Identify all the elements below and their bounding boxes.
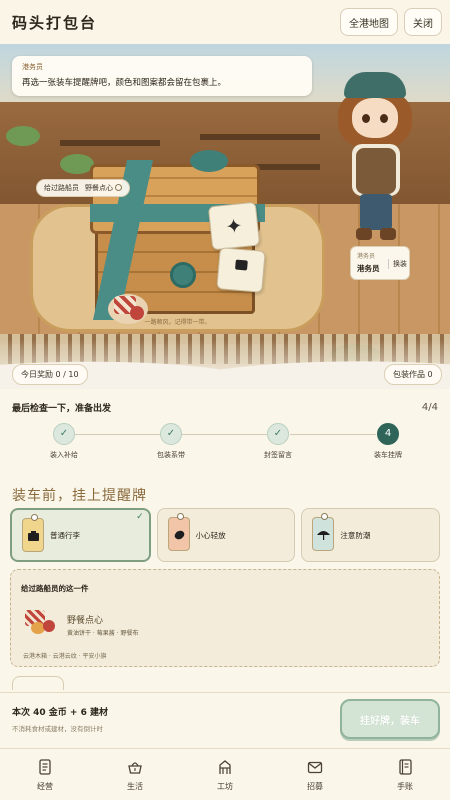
nav-item-workshop[interactable]: 工坊 (180, 749, 270, 800)
step-label: 装入补给 (50, 451, 78, 459)
nav-item-journal[interactable]: 手账 (360, 749, 450, 800)
sparkle-tag-card[interactable]: ✦ (207, 201, 261, 251)
speech-bubble: 港务员 再选一张装车提醒牌吧，颜色和图案都会留在包裹上。 (12, 56, 312, 96)
shelf (200, 134, 320, 140)
gift-summary-card: 给过路船员的这一件 野餐点心 黄油饼干 · 莓果酱 · 野餐布 云港木箱 · 云… (10, 569, 440, 667)
action-footer: 本次 40 金币 + 6 建材 不消耗食材或建材，没有倒计时 挂好牌，装车 (0, 692, 450, 748)
character-face (352, 98, 398, 138)
section-title: 装车前，挂上提醒牌 (12, 488, 147, 504)
step-wrapping[interactable]: ✓ 包装系带 (136, 423, 206, 460)
mail-icon (307, 761, 323, 773)
snack-icon (25, 610, 57, 638)
tag-and-load-button[interactable]: 挂好牌，装车 (340, 699, 440, 739)
gift-items: 黄油饼干 · 莓果酱 · 野餐布 (67, 630, 139, 637)
tag-option-moisture[interactable]: 注意防潮 (301, 508, 441, 562)
nav-label: 经营 (37, 781, 53, 791)
step-loading-tag[interactable]: 4 装车挂牌 (353, 423, 423, 460)
character-boot (380, 228, 396, 240)
egg-icon (174, 530, 184, 540)
ribbon-bow (190, 150, 228, 172)
luggage-tag-icon (312, 513, 335, 551)
luggage-tag-icon (22, 514, 44, 552)
close-button[interactable]: 关闭 (404, 8, 442, 36)
change-outfit-button[interactable]: 换装 (388, 259, 407, 269)
collapsed-panel-tab[interactable] (12, 676, 64, 690)
speech-text: 再选一张装车提醒牌吧，颜色和图案都会留在包裹上。 (22, 78, 227, 88)
sparkle-icon: ✦ (224, 213, 244, 239)
speaker-name: 港务员 (22, 63, 43, 71)
staff-card[interactable]: 港务员 港务员 换装 (350, 246, 410, 280)
nav-label: 招募 (307, 781, 323, 791)
daily-reward-chip[interactable]: 今日奖励 0 / 10 (12, 364, 88, 385)
snack-plate-icon (108, 294, 148, 324)
nav-item-life[interactable]: 生活 (90, 749, 180, 800)
packing-works-chip[interactable]: 包装作品 0 (384, 364, 442, 385)
workshop-icon (219, 759, 231, 774)
cost-summary: 本次 40 金币 + 6 建材 (12, 708, 108, 718)
step-label: 封签留言 (264, 451, 292, 459)
harbor-clerk-character[interactable] (330, 72, 420, 272)
character-boot (356, 228, 372, 240)
tag-option-regular[interactable]: 普通行李 ✓ (10, 508, 151, 562)
nav-label: 生活 (127, 781, 143, 791)
progress-title: 最后检查一下，准备出发 (12, 404, 112, 414)
character-legs (360, 194, 392, 230)
box-icon (235, 259, 248, 271)
progress-steps: ✓ 装入补给 ✓ 包装系带 ✓ 封签留言 4 装车挂牌 (0, 423, 450, 473)
notebook-icon (399, 758, 412, 775)
basket-icon (128, 761, 142, 774)
tag-option-label: 普通行李 (50, 530, 80, 540)
recipient-chip[interactable]: 给过路船员 野餐点心 (36, 179, 130, 197)
bottom-nav: 经营 生活 工坊 招募 手账 (0, 748, 450, 800)
gift-title: 给过路船员的这一件 (21, 584, 89, 593)
check-icon: ✓ (136, 512, 144, 522)
plant-decoration (6, 126, 40, 146)
shelf (60, 140, 160, 146)
character-hat (344, 72, 406, 98)
box-tag-card[interactable] (216, 247, 266, 293)
luggage-tag-icon (167, 513, 190, 551)
wax-seal-icon (170, 262, 196, 288)
nav-item-business[interactable]: 经营 (0, 749, 90, 800)
umbrella-icon (317, 531, 331, 540)
step-number: 4 (377, 423, 399, 445)
top-bar: 码头打包台 全港地图 关闭 (0, 0, 450, 44)
step-supplies[interactable]: ✓ 装入补给 (29, 423, 99, 460)
nav-item-recruit[interactable]: 招募 (270, 749, 360, 800)
tag-option-label: 小心轻放 (195, 530, 226, 540)
step-seal-message[interactable]: ✓ 封签留言 (243, 423, 313, 460)
tag-option-label: 注意防潮 (340, 530, 371, 540)
harbor-map-button[interactable]: 全港地图 (340, 8, 398, 36)
plant-decoration (60, 154, 94, 174)
character-eye (380, 114, 388, 123)
recipient-item: 野餐点心 (85, 184, 113, 192)
step-label: 包装系带 (157, 451, 185, 459)
nav-label: 手账 (397, 781, 413, 791)
progress-header: 最后检查一下，准备出发 4/4 (12, 401, 438, 414)
check-icon: ✓ (160, 423, 182, 445)
progress-count: 4/4 (421, 402, 438, 413)
gift-tags: 云港木箱 · 云港云纹 · 平安小旗 (23, 653, 107, 660)
ledger-icon (39, 758, 51, 775)
tag-option-fragile[interactable]: 小心轻放 (156, 508, 296, 562)
info-icon (115, 184, 122, 191)
recipient-label: 给过路船员 (44, 184, 79, 192)
nav-label: 工坊 (217, 781, 233, 791)
character-eye (362, 114, 370, 123)
packing-scene: 一路顺风，记得带一带。 ✦ 港务员 再选一张装车提醒牌吧，颜色和图案都会留在包裹… (0, 44, 450, 389)
gift-name: 野餐点心 (67, 616, 104, 626)
tag-options: 普通行李 ✓ 小心轻放 注意防潮 (10, 508, 441, 562)
check-icon: ✓ (53, 423, 75, 445)
check-icon: ✓ (267, 423, 289, 445)
step-label: 装车挂牌 (374, 451, 402, 459)
character-vest (356, 148, 396, 194)
cost-note: 不消耗食材或建材，没有倒计时 (12, 725, 103, 733)
page-title: 码头打包台 (12, 13, 98, 32)
box-icon (28, 531, 39, 541)
